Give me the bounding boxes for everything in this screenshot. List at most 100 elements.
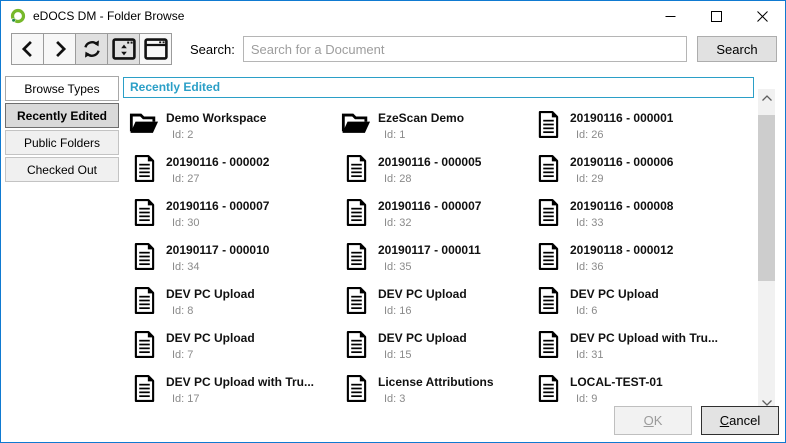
list-item[interactable]: 20190118 - 000012 Id: 36	[533, 241, 741, 285]
document-icon	[345, 330, 368, 359]
search-input[interactable]	[243, 36, 687, 62]
list-item[interactable]: Demo Workspace Id: 2	[129, 109, 341, 153]
list-item[interactable]: DEV PC Upload Id: 8	[129, 285, 341, 329]
item-id: Id: 33	[570, 217, 673, 229]
back-icon	[18, 39, 38, 59]
document-icon	[345, 154, 368, 183]
minimize-icon	[665, 11, 676, 22]
list-item[interactable]: 20190116 - 000006 Id: 29	[533, 153, 741, 197]
list-item[interactable]: DEV PC Upload Id: 15	[341, 329, 533, 373]
item-id: Id: 26	[570, 129, 673, 141]
titlebar: eDOCS DM - Folder Browse	[1, 1, 785, 31]
item-grid: Demo Workspace Id: 2	[123, 101, 755, 407]
list-item[interactable]: 20190117 - 000011 Id: 35	[341, 241, 533, 285]
list-item[interactable]: DEV PC Upload with Tru... Id: 17	[129, 373, 341, 407]
item-id: Id: 29	[570, 173, 673, 185]
list-item[interactable]: DEV PC Upload Id: 6	[533, 285, 741, 329]
item-id: Id: 32	[378, 217, 481, 229]
panel-toggle-icon	[112, 38, 136, 60]
item-title: 20190116 - 000001	[570, 111, 673, 125]
sidebar: Browse Types Recently Edited Public Fold…	[5, 76, 119, 184]
item-title: EzeScan Demo	[378, 111, 464, 125]
item-title: 20190116 - 000008	[570, 199, 673, 213]
sidebar-item-public-folders[interactable]: Public Folders	[5, 130, 119, 155]
document-icon	[537, 198, 560, 227]
panel-toggle-button[interactable]	[107, 33, 140, 65]
list-item[interactable]: 20190116 - 000008 Id: 33	[533, 197, 741, 241]
document-icon	[133, 198, 156, 227]
document-icon	[537, 286, 560, 315]
folder-icon	[341, 110, 371, 136]
list-item[interactable]: 20190116 - 000007 Id: 30	[129, 197, 341, 241]
sidebar-item-recently-edited[interactable]: Recently Edited	[5, 103, 119, 128]
search-label: Search:	[190, 42, 235, 57]
forward-button[interactable]	[43, 33, 76, 65]
document-icon	[345, 242, 368, 271]
item-id: Id: 16	[378, 305, 467, 317]
list-item[interactable]: DEV PC Upload Id: 7	[129, 329, 341, 373]
item-title: DEV PC Upload	[570, 287, 659, 301]
list-item[interactable]: 20190116 - 000001 Id: 26	[533, 109, 741, 153]
minimize-button[interactable]	[647, 1, 693, 31]
document-icon	[537, 242, 560, 271]
close-button[interactable]	[739, 1, 785, 31]
item-id: Id: 28	[378, 173, 481, 185]
window-title: eDOCS DM - Folder Browse	[33, 9, 184, 23]
item-title: DEV PC Upload with Tru...	[166, 375, 314, 389]
document-icon	[133, 154, 156, 183]
list-item[interactable]: 20190116 - 000002 Id: 27	[129, 153, 341, 197]
sidebar-item-browse-types[interactable]: Browse Types	[5, 76, 119, 101]
item-id: Id: 1	[378, 129, 464, 141]
item-title: DEV PC Upload	[166, 331, 255, 345]
maximize-icon	[711, 11, 722, 22]
item-title: LOCAL-TEST-01	[570, 375, 663, 389]
folder-icon	[129, 110, 159, 136]
close-icon	[757, 11, 768, 22]
item-title: 20190117 - 000011	[378, 243, 481, 257]
item-id: Id: 31	[570, 349, 718, 361]
item-id: Id: 3	[378, 393, 494, 405]
list-item[interactable]: DEV PC Upload Id: 16	[341, 285, 533, 329]
item-id: Id: 8	[166, 305, 255, 317]
list-item[interactable]: LOCAL-TEST-01 Id: 9	[533, 373, 741, 407]
back-button[interactable]	[11, 33, 44, 65]
forward-icon	[50, 39, 70, 59]
item-title: 20190116 - 000007	[378, 199, 481, 213]
item-id: Id: 2	[166, 129, 266, 141]
item-title: 20190116 - 000002	[166, 155, 269, 169]
nav-button-group	[11, 33, 172, 65]
vertical-scrollbar[interactable]	[758, 89, 775, 411]
refresh-button[interactable]	[75, 33, 108, 65]
item-title: Demo Workspace	[166, 111, 266, 125]
document-icon	[133, 286, 156, 315]
list-item[interactable]: EzeScan Demo Id: 1	[341, 109, 533, 153]
list-header: Recently Edited	[123, 77, 754, 98]
list-item[interactable]: 20190116 - 000005 Id: 28	[341, 153, 533, 197]
item-id: Id: 15	[378, 349, 467, 361]
item-id: Id: 36	[570, 261, 673, 273]
search-button[interactable]: Search	[697, 36, 777, 62]
panel-button[interactable]	[139, 33, 172, 65]
cancel-button[interactable]: Cancel	[701, 406, 779, 435]
item-title: DEV PC Upload	[166, 287, 255, 301]
document-icon	[345, 198, 368, 227]
scroll-up-button[interactable]	[758, 89, 775, 106]
item-title: DEV PC Upload	[378, 287, 467, 301]
list-item[interactable]: DEV PC Upload with Tru... Id: 31	[533, 329, 741, 373]
item-id: Id: 30	[166, 217, 269, 229]
item-id: Id: 6	[570, 305, 659, 317]
document-icon	[537, 330, 560, 359]
list-item[interactable]: 20190116 - 000007 Id: 32	[341, 197, 533, 241]
opentext-logo-icon	[10, 8, 26, 24]
sidebar-item-checked-out[interactable]: Checked Out	[5, 157, 119, 182]
ok-button[interactable]: OK	[614, 406, 692, 435]
list-item[interactable]: 20190117 - 000010 Id: 34	[129, 241, 341, 285]
document-icon	[345, 286, 368, 315]
list-item[interactable]: License Attributions Id: 3	[341, 373, 533, 407]
item-id: Id: 34	[166, 261, 269, 273]
scrollbar-thumb[interactable]	[758, 115, 775, 281]
maximize-button[interactable]	[693, 1, 739, 31]
document-icon	[133, 374, 156, 403]
document-icon	[537, 110, 560, 139]
document-icon	[345, 374, 368, 403]
